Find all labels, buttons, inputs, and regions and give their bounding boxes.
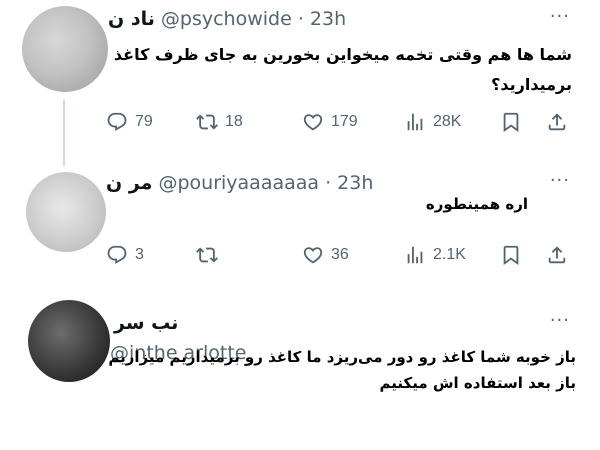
tweet-text: اره همینطوره bbox=[425, 195, 528, 213]
bookmark-icon bbox=[500, 111, 522, 133]
heart-icon bbox=[302, 111, 324, 133]
like-count: 36 bbox=[331, 246, 349, 263]
share-button[interactable] bbox=[546, 107, 568, 137]
bookmark-icon bbox=[500, 244, 522, 266]
retweet-button[interactable]: 18 bbox=[196, 107, 243, 137]
views-count: 28K bbox=[433, 113, 462, 130]
tweet-text: باز خوبه شما کاغذ رو دور می‌ریزد ما کاغذ… bbox=[108, 348, 576, 392]
like-button[interactable]: 179 bbox=[302, 107, 358, 137]
tweet-header: نب سر bbox=[114, 312, 178, 334]
thread-line bbox=[63, 100, 65, 166]
heart-icon bbox=[302, 244, 324, 266]
like-button[interactable]: 36 bbox=[302, 240, 349, 270]
share-icon bbox=[546, 111, 568, 133]
more-icon[interactable]: ··· bbox=[550, 8, 570, 26]
author-handle[interactable]: @psychowide bbox=[161, 8, 292, 30]
author-name[interactable]: ناد ن bbox=[108, 8, 155, 30]
tweet-header: ناد ن @psychowide · 23h bbox=[108, 8, 346, 30]
share-button[interactable] bbox=[546, 240, 568, 270]
tweet-1[interactable]: ناد ن @psychowide · 23h ··· شما ها هم وق… bbox=[0, 0, 600, 170]
tweet-header: مر ن @pouriyaaaaaaa · 23h bbox=[106, 172, 373, 194]
bookmark-button[interactable] bbox=[500, 107, 522, 137]
tweet-time[interactable]: · 23h bbox=[325, 172, 373, 194]
reply-button[interactable]: 79 bbox=[106, 107, 153, 137]
avatar[interactable] bbox=[26, 172, 106, 252]
retweet-count: 18 bbox=[225, 113, 243, 130]
tweet-time[interactable]: · 23h bbox=[298, 8, 346, 30]
views-button[interactable]: 28K bbox=[404, 107, 461, 137]
avatar[interactable] bbox=[28, 300, 110, 382]
avatar[interactable] bbox=[22, 6, 108, 92]
reply-icon bbox=[106, 244, 128, 266]
author-name[interactable]: مر ن bbox=[106, 172, 152, 194]
views-icon bbox=[404, 244, 426, 266]
reply-icon bbox=[106, 111, 128, 133]
like-count: 179 bbox=[331, 113, 358, 130]
share-icon bbox=[546, 244, 568, 266]
retweet-icon bbox=[196, 111, 218, 133]
reply-count: 79 bbox=[135, 113, 153, 130]
bookmark-button[interactable] bbox=[500, 240, 522, 270]
tweet-actions: 3 36 2.1K bbox=[106, 240, 578, 270]
more-icon[interactable]: ··· bbox=[550, 312, 570, 330]
more-icon[interactable]: ··· bbox=[550, 172, 570, 190]
tweet-text: شما ها هم وقتی تخمه میخواین بخورین به جا… bbox=[113, 45, 572, 94]
views-icon bbox=[404, 111, 426, 133]
author-handle[interactable]: @inthe arlotte bbox=[110, 342, 247, 364]
author-handle[interactable]: @pouriyaaaaaaa bbox=[158, 172, 319, 194]
retweet-icon bbox=[196, 244, 218, 266]
reply-button[interactable]: 3 bbox=[106, 240, 144, 270]
retweet-button[interactable] bbox=[196, 240, 225, 270]
tweet-actions: 79 18 179 28K bbox=[106, 107, 578, 137]
views-button[interactable]: 2.1K bbox=[404, 240, 466, 270]
reply-count: 3 bbox=[135, 246, 144, 263]
author-name[interactable]: نب سر bbox=[114, 312, 178, 334]
views-count: 2.1K bbox=[433, 246, 466, 263]
